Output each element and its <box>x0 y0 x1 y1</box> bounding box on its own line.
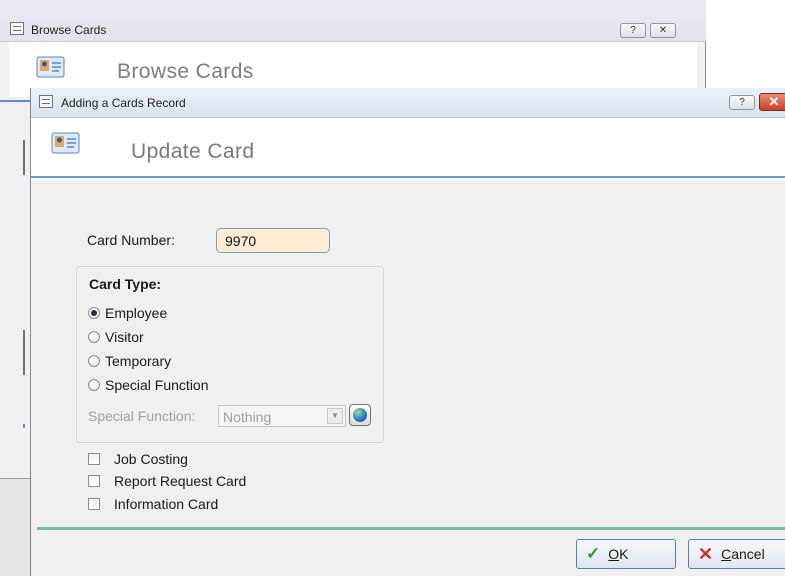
dialog-titlebar: Adding a Cards Record ? ✕ <box>31 88 785 118</box>
special-function-label: Special Function: <box>88 408 196 424</box>
contact-card-icon <box>36 56 65 78</box>
radio-label: Special Function <box>105 377 209 393</box>
checkbox-label: Information Card <box>114 496 219 512</box>
card-type-group: Card Type: Employee Visitor Temporary Sp… <box>76 266 384 443</box>
checkbox-report-request-card[interactable]: Report Request Card <box>88 472 246 490</box>
x-icon: ✕ <box>698 543 714 564</box>
browse-cards-window-title: Browse Cards <box>31 23 107 37</box>
radio-icon[interactable] <box>88 331 100 343</box>
card-number-label: Card Number: <box>87 232 175 248</box>
cancel-button[interactable]: ✕ Cancel <box>688 539 785 569</box>
dialog-title: Adding a Cards Record <box>61 96 186 110</box>
close-button[interactable]: ✕ <box>759 93 785 111</box>
checkbox-icon[interactable] <box>88 475 100 487</box>
browse-cards-heading: Browse Cards <box>117 60 254 83</box>
checkbox-icon[interactable] <box>88 453 100 465</box>
radio-special-function[interactable]: Special Function <box>88 376 209 394</box>
radio-visitor[interactable]: Visitor <box>88 328 144 346</box>
splitter-handle <box>23 140 25 175</box>
splitter-mark <box>23 424 25 428</box>
ok-button[interactable]: ✓ OK <box>576 539 676 569</box>
radio-employee[interactable]: Employee <box>88 304 167 322</box>
radio-label: Employee <box>105 305 168 321</box>
dialog-header: Update Card <box>31 118 785 178</box>
window-menu-icon[interactable] <box>10 22 24 35</box>
dialog-heading: Update Card <box>131 140 255 163</box>
lookup-button[interactable] <box>349 404 371 426</box>
special-function-value: Nothing <box>223 409 272 425</box>
help-button[interactable]: ? <box>729 95 755 110</box>
checkbox-label: Job Costing <box>114 451 188 467</box>
contact-card-icon <box>51 132 80 154</box>
footer-divider <box>37 527 785 530</box>
card-number-field[interactable]: 9970 <box>216 228 330 253</box>
radio-icon[interactable] <box>88 355 100 367</box>
close-button[interactable]: ✕ <box>650 23 676 38</box>
radio-label: Temporary <box>105 353 172 369</box>
screen: Browse Cards ? ✕ Browse Cards Adding a C… <box>0 0 785 576</box>
checkbox-information-card[interactable]: Information Card <box>88 495 218 513</box>
help-button[interactable]: ? <box>620 23 646 38</box>
chevron-down-icon[interactable]: ▼ <box>327 408 343 424</box>
card-type-heading: Card Type: <box>89 276 162 292</box>
radio-icon[interactable] <box>88 379 100 391</box>
browse-cards-titlebar: Browse Cards ? ✕ <box>0 0 706 42</box>
adding-cards-record-dialog: Adding a Cards Record ? ✕ Update Card Ca… <box>30 88 785 576</box>
globe-icon <box>353 408 367 422</box>
special-function-select[interactable]: Nothing ▼ <box>218 405 346 427</box>
splitter-handle <box>23 330 25 375</box>
ok-label: OK <box>608 546 629 562</box>
radio-label: Visitor <box>105 329 144 345</box>
checkbox-label: Report Request Card <box>114 473 247 489</box>
radio-selected-icon[interactable] <box>88 307 100 319</box>
window-menu-icon[interactable] <box>39 95 53 108</box>
checkbox-job-costing[interactable]: Job Costing <box>88 450 188 468</box>
checkmark-icon: ✓ <box>586 544 601 563</box>
checkbox-icon[interactable] <box>88 498 100 510</box>
radio-temporary[interactable]: Temporary <box>88 352 171 370</box>
cancel-label: Cancel <box>721 546 765 562</box>
